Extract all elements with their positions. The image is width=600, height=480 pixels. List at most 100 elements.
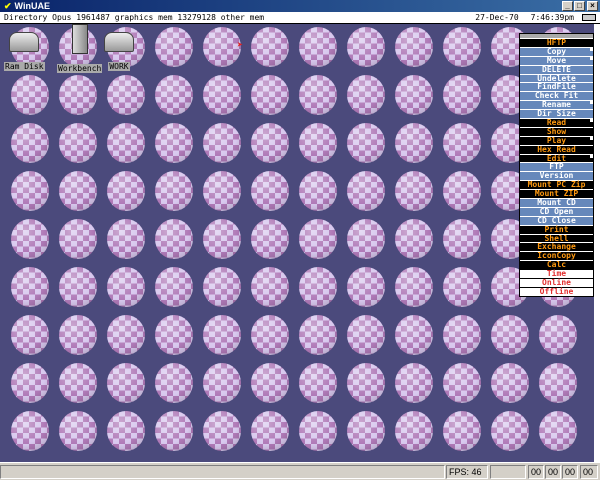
ram-disk-icon xyxy=(9,32,40,52)
menu-button-cd-open[interactable]: CD Open xyxy=(520,206,593,216)
boing-ball-icon xyxy=(155,219,193,259)
boing-ball-icon xyxy=(491,315,529,355)
menu-button-time[interactable]: Time xyxy=(520,269,593,278)
boing-ball-icon xyxy=(155,411,193,451)
menu-button-label: Edit xyxy=(546,153,567,163)
drive-df0[interactable]: 00 xyxy=(528,465,544,479)
menu-button-label: Print xyxy=(544,224,569,234)
menu-button-rename[interactable]: Rename xyxy=(520,100,593,109)
boing-ball-icon xyxy=(251,363,289,403)
boing-ball-icon xyxy=(11,171,49,211)
close-button[interactable]: × xyxy=(587,1,598,11)
boing-ball-icon xyxy=(203,315,241,355)
menu-button-edit[interactable]: Edit xyxy=(520,153,593,163)
menu-button-play[interactable]: Play xyxy=(520,135,593,145)
boing-ball-icon xyxy=(59,363,97,403)
menu-button-label: Version xyxy=(539,171,574,181)
work-drive-icon xyxy=(104,32,134,52)
screen-depth-gadget-icon[interactable] xyxy=(582,14,596,21)
menu-button-copy[interactable]: Copy xyxy=(520,46,593,56)
boing-ball-icon xyxy=(395,219,433,259)
submenu-corner-icon xyxy=(590,101,593,105)
time-text: 7:46:39pm xyxy=(530,12,574,23)
menu-button-label: Shell xyxy=(544,233,569,243)
boing-ball-icon xyxy=(203,267,241,307)
menu-button-label: DELETE xyxy=(542,64,571,74)
window-title-bar[interactable]: ✔ WinUAE _ □ × xyxy=(0,0,600,12)
menu-button-version[interactable]: Version xyxy=(520,171,593,180)
mouse-pointer-icon: ➤ xyxy=(237,40,244,51)
boing-ball-icon xyxy=(299,315,337,355)
boing-ball-icon xyxy=(443,75,481,115)
boing-ball-icon xyxy=(539,411,577,451)
menu-button-offline[interactable]: Offline xyxy=(520,286,593,296)
boing-ball-icon xyxy=(299,267,337,307)
boing-ball-icon xyxy=(443,171,481,211)
drive-df3[interactable]: 00 xyxy=(580,465,598,479)
boing-ball-icon xyxy=(59,219,97,259)
menu-button-label: Dir Size xyxy=(537,109,576,119)
icon-label: Workbench xyxy=(57,64,103,73)
icon-label: WORK xyxy=(108,62,130,71)
boing-ball-icon xyxy=(347,219,385,259)
boing-ball-icon xyxy=(203,219,241,259)
menu-button-label: Online xyxy=(542,278,571,288)
menu-button-mount-cd[interactable]: Mount CD xyxy=(520,198,593,207)
menu-button-read[interactable]: Read xyxy=(520,118,593,127)
menu-button-exchange[interactable]: Exchange xyxy=(520,242,593,251)
menu-button-iconcopy[interactable]: IconCopy xyxy=(520,251,593,260)
menu-button-online[interactable]: Online xyxy=(520,278,593,287)
boing-ball-icon xyxy=(155,315,193,355)
boing-ball-icon xyxy=(107,123,145,163)
menu-button-move[interactable]: Move xyxy=(520,55,593,65)
boing-ball-icon xyxy=(203,171,241,211)
boing-ball-icon xyxy=(539,363,577,403)
menu-button-mount-zip[interactable]: Mount ZIP xyxy=(520,189,593,198)
menu-button-hex-read[interactable]: Hex Read xyxy=(520,144,593,154)
menu-button-dir-size[interactable]: Dir Size xyxy=(520,109,593,118)
menu-button-calc[interactable]: Calc xyxy=(520,260,593,269)
menu-button-mount-pc-zip[interactable]: Mount PC Zip xyxy=(520,180,593,189)
boing-ball-icon xyxy=(59,123,97,163)
boing-ball-icon xyxy=(491,363,529,403)
menu-button-label: CD Close xyxy=(537,215,576,225)
boing-ball-icon xyxy=(395,267,433,307)
menu-button-hftp[interactable]: HFTP xyxy=(520,38,593,47)
workbench-desktop[interactable]: Ram Disk Workbench WORK ➤ xyxy=(0,24,600,462)
boing-ball-icon xyxy=(59,315,97,355)
menu-button-label: Mount CD xyxy=(537,198,576,208)
menu-button-label: Mount PC Zip xyxy=(527,180,586,190)
drive-df2[interactable]: 00 xyxy=(562,465,578,479)
menu-button-label: Offline xyxy=(539,286,574,296)
desktop-icon-work[interactable]: WORK xyxy=(104,32,134,73)
boing-ball-icon xyxy=(491,411,529,451)
menu-button-print[interactable]: Print xyxy=(520,224,593,234)
menu-button-delete[interactable]: DELETE xyxy=(520,64,593,74)
menu-button-label: Check Fit xyxy=(534,91,579,101)
boing-ball-icon xyxy=(443,123,481,163)
boing-ball-icon xyxy=(443,27,481,67)
boing-ball-icon xyxy=(539,315,577,355)
amiga-screen-title-bar[interactable]: Directory Opus 1961487 graphics mem 1327… xyxy=(0,12,600,24)
boing-ball-icon xyxy=(251,171,289,211)
menu-button-cd-close[interactable]: CD Close xyxy=(520,215,593,225)
menu-button-findfile[interactable]: FindFile xyxy=(520,82,593,91)
boing-ball-icon xyxy=(107,363,145,403)
menu-button-check-fit[interactable]: Check Fit xyxy=(520,91,593,100)
menu-button-label: Hex Read xyxy=(537,144,576,154)
minimize-button[interactable]: _ xyxy=(562,1,573,11)
drive-df1[interactable]: 00 xyxy=(545,465,561,479)
boing-ball-icon xyxy=(251,219,289,259)
boing-ball-icon xyxy=(203,27,241,67)
menu-button-label: Mount ZIP xyxy=(534,189,579,199)
menu-button-show[interactable]: Show xyxy=(520,126,593,136)
menu-button-label: Read xyxy=(546,118,567,128)
submenu-corner-icon xyxy=(590,154,593,158)
boing-ball-icon xyxy=(251,411,289,451)
maximize-button[interactable]: □ xyxy=(574,1,585,11)
boing-ball-icon xyxy=(443,315,481,355)
desktop-icon-ram-disk[interactable]: Ram Disk xyxy=(4,32,45,73)
desktop-icon-workbench[interactable]: Workbench xyxy=(57,24,103,75)
menu-button-shell[interactable]: Shell xyxy=(520,233,593,243)
boing-ball-icon xyxy=(59,75,97,115)
